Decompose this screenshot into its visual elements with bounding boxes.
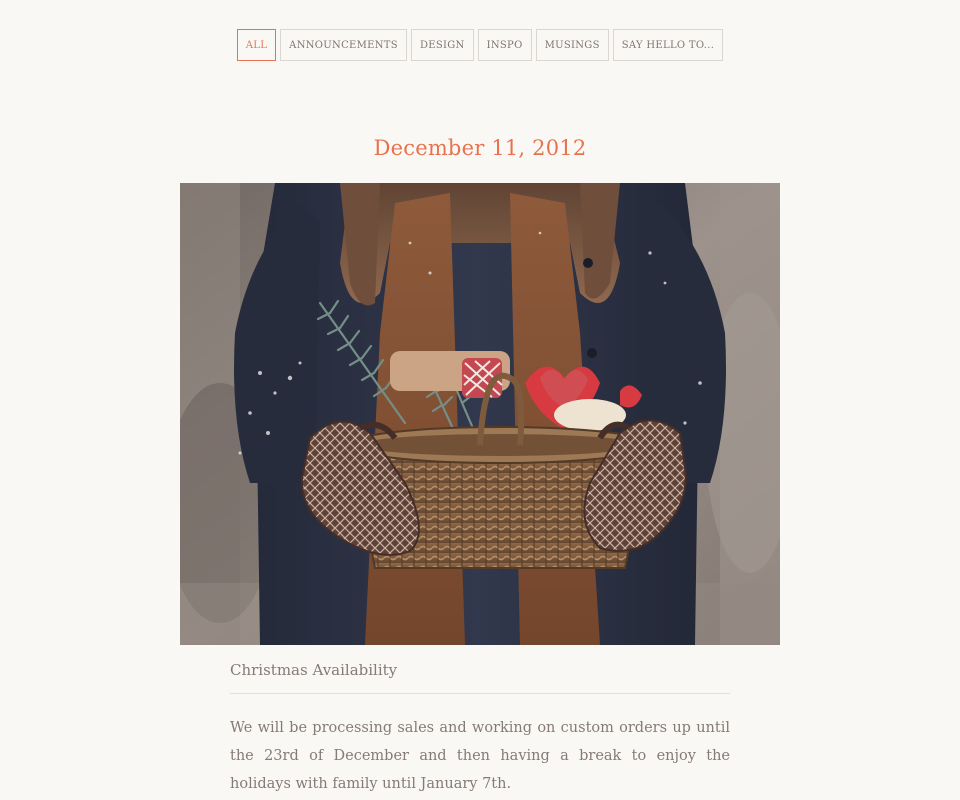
post-divider: [230, 693, 730, 694]
filter-musings-button[interactable]: MUSINGS: [535, 29, 609, 61]
post-date: December 11, 2012: [373, 136, 587, 160]
filter-announcements-button[interactable]: ANNOUNCEMENTS: [280, 29, 407, 61]
category-filter-nav: ALL ANNOUNCEMENTS DESIGN INSPO MUSINGS S…: [0, 29, 960, 61]
filter-all-button[interactable]: ALL: [236, 29, 277, 61]
filter-inspo-button[interactable]: INSPO: [477, 29, 532, 61]
post-photo[interactable]: [180, 183, 780, 645]
post-title[interactable]: Christmas Availability: [230, 661, 730, 679]
filter-say-hello-button[interactable]: SAY HELLO TO...: [612, 29, 724, 61]
post-body: We will be processing sales and working …: [230, 720, 730, 792]
filter-design-button[interactable]: DESIGN: [410, 29, 474, 61]
